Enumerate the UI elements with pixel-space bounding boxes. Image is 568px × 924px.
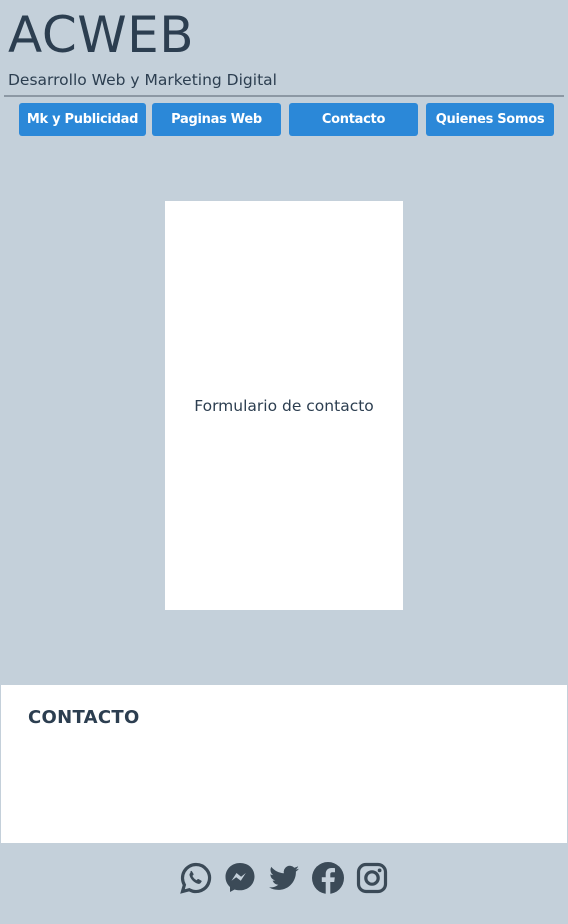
nav-button-paginas-web[interactable]: Paginas Web	[152, 103, 281, 136]
social-links	[0, 858, 568, 898]
nav-button-mk-publicidad[interactable]: Mk y Publicidad	[19, 103, 146, 136]
instagram-icon[interactable]	[354, 860, 390, 896]
whatsapp-icon[interactable]	[178, 860, 214, 896]
site-subtitle: Desarrollo Web y Marketing Digital	[8, 71, 277, 89]
contact-form-placeholder[interactable]: Formulario de contacto	[165, 201, 403, 610]
site-title: ACWEB	[8, 6, 195, 64]
facebook-icon[interactable]	[310, 860, 346, 896]
messenger-icon[interactable]	[222, 860, 258, 896]
site-header: ACWEB Desarrollo Web y Marketing Digital	[8, 6, 560, 90]
contact-section: CONTACTO	[1, 685, 567, 843]
main-nav: Mk y Publicidad Paginas Web Contacto Qui…	[0, 103, 568, 136]
nav-button-contacto[interactable]: Contacto	[289, 103, 418, 136]
nav-button-quienes-somos[interactable]: Quienes Somos	[426, 103, 554, 136]
header-divider	[4, 95, 564, 97]
contact-form-label: Formulario de contacto	[194, 396, 374, 415]
twitter-icon[interactable]	[266, 860, 302, 896]
contact-heading: CONTACTO	[28, 707, 140, 728]
